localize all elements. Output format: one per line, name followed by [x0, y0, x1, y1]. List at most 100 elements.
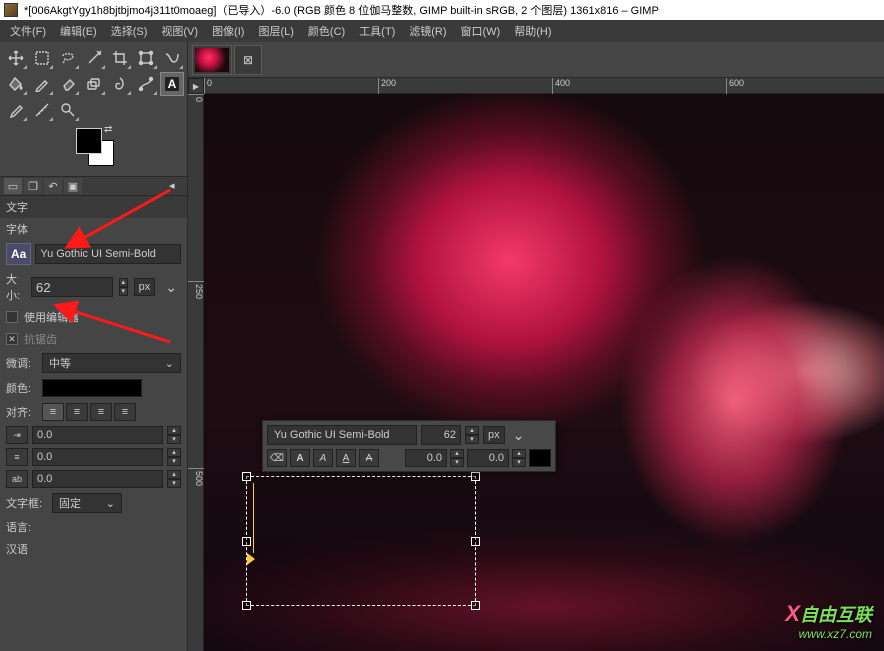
smudge-tool-icon[interactable] [108, 72, 132, 96]
line-spacing-spinner[interactable]: ▴▾ [167, 448, 181, 466]
align-justify-icon[interactable]: ≡ [114, 403, 136, 421]
float-baseline-spinner[interactable]: ▴▾ [450, 449, 464, 467]
undo-history-tab-icon[interactable]: ↶ [44, 178, 62, 194]
font-name-field[interactable]: Yu Gothic UI Semi-Bold [35, 244, 181, 264]
menu-help[interactable]: 帮助(H) [508, 21, 557, 41]
resize-handle-ml[interactable] [242, 537, 251, 546]
resize-handle-mr[interactable] [471, 537, 480, 546]
foreground-color[interactable] [76, 128, 102, 154]
float-kerning-field[interactable]: 0.0 [467, 449, 509, 467]
device-status-tab-icon[interactable]: ❐ [24, 178, 42, 194]
eraser-tool-icon[interactable] [56, 72, 80, 96]
antialias-row[interactable]: ✕ 抗锯齿 [0, 328, 187, 350]
transform-tool-icon[interactable] [134, 46, 158, 70]
close-tab-icon[interactable]: ⊠ [234, 45, 262, 75]
align-right-icon[interactable]: ≡ [66, 403, 88, 421]
resize-handle-tl[interactable] [242, 472, 251, 481]
float-baseline-field[interactable]: 0.0 [405, 449, 447, 467]
indent-icon: ⇥ [6, 426, 28, 444]
move-tool-icon[interactable] [4, 46, 28, 70]
menu-tools[interactable]: 工具(T) [353, 21, 401, 41]
hinting-row: 微调: 中等⌄ [0, 350, 187, 376]
ruler-h-tick: 0 [204, 78, 212, 94]
hinting-dropdown[interactable]: 中等⌄ [42, 353, 181, 373]
lasso-tool-icon[interactable] [56, 46, 80, 70]
letter-spacing-spinner[interactable]: ▴▾ [167, 470, 181, 488]
canvas-viewport[interactable]: Yu Gothic UI Semi-Bold 62 ▴▾ px ⌄ ⌫ A A … [204, 94, 884, 651]
ruler-v-tick: 0 [188, 94, 204, 102]
float-size-field[interactable]: 62 [421, 425, 461, 445]
language-value[interactable]: 汉语 [6, 541, 28, 557]
ruler-corner-icon[interactable]: ▶ [188, 78, 204, 94]
measure-tool-icon[interactable] [30, 98, 54, 122]
wand-tool-icon[interactable] [82, 46, 106, 70]
menu-filters[interactable]: 滤镜(R) [403, 21, 452, 41]
eyedropper-tool-icon[interactable] [4, 98, 28, 122]
size-input[interactable] [31, 277, 113, 297]
clone-tool-icon[interactable] [82, 72, 106, 96]
warp-tool-icon[interactable] [160, 46, 184, 70]
float-color-well[interactable] [529, 449, 551, 467]
image-tab[interactable] [192, 45, 232, 75]
path-tool-icon[interactable] [134, 72, 158, 96]
float-size-unit[interactable]: px [483, 426, 505, 444]
use-editor-row[interactable]: 使用编辑器 [0, 306, 187, 328]
float-strike-icon[interactable]: A [359, 449, 379, 467]
menu-color[interactable]: 颜色(C) [302, 21, 351, 41]
letter-spacing-value[interactable]: 0.0 [32, 470, 163, 488]
crop-tool-icon[interactable] [108, 46, 132, 70]
font-preview-icon[interactable]: Aa [6, 243, 31, 265]
float-underline-icon[interactable]: A [336, 449, 356, 467]
float-clear-icon[interactable]: ⌫ [267, 449, 287, 467]
dock-menu-icon[interactable]: ◂ [169, 179, 183, 193]
swap-colors-icon[interactable]: ⇄ [104, 124, 112, 135]
float-chevron-icon[interactable]: ⌄ [509, 427, 529, 444]
horizontal-ruler[interactable]: 0 200 400 600 [204, 78, 884, 94]
align-left-icon[interactable]: ≡ [42, 403, 64, 421]
float-bold-icon[interactable]: A [290, 449, 310, 467]
text-floating-toolbar[interactable]: Yu Gothic UI Semi-Bold 62 ▴▾ px ⌄ ⌫ A A … [262, 420, 556, 472]
menu-file[interactable]: 文件(F) [4, 21, 52, 41]
indent-value[interactable]: 0.0 [32, 426, 163, 444]
menu-view[interactable]: 视图(V) [155, 21, 204, 41]
float-font-field[interactable]: Yu Gothic UI Semi-Bold [267, 425, 417, 445]
use-editor-checkbox[interactable] [6, 311, 18, 323]
line-spacing-icon: ≡ [6, 448, 28, 466]
size-label: 大小: [6, 271, 25, 303]
size-chevron-icon[interactable]: ⌄ [161, 279, 181, 296]
tool-options-tab-icon[interactable]: ▭ [4, 178, 22, 194]
text-box-selection[interactable] [246, 476, 476, 606]
menu-image[interactable]: 图像(I) [206, 21, 250, 41]
textbox-dropdown[interactable]: 固定⌄ [52, 493, 122, 513]
menu-layer[interactable]: 图层(L) [252, 21, 299, 41]
resize-handle-bl[interactable] [242, 601, 251, 610]
size-spinner[interactable]: ▴▾ [119, 278, 128, 296]
font-row: 字体 [0, 218, 187, 240]
text-color-well[interactable] [42, 379, 142, 397]
menu-edit[interactable]: 编辑(E) [54, 21, 103, 41]
bucket-tool-icon[interactable] [4, 72, 28, 96]
zoom-tool-icon[interactable] [56, 98, 80, 122]
vertical-ruler[interactable]: 0 250 500 750 [188, 94, 204, 651]
indent-spinner[interactable]: ▴▾ [167, 426, 181, 444]
letter-spacing-row: ab 0.0 ▴▾ [0, 468, 187, 490]
float-italic-icon[interactable]: A [313, 449, 333, 467]
svg-text:A: A [168, 77, 177, 91]
rect-select-tool-icon[interactable] [30, 46, 54, 70]
menu-select[interactable]: 选择(S) [105, 21, 154, 41]
size-row: 大小: ▴▾ px ⌄ [0, 268, 187, 306]
resize-handle-br[interactable] [471, 601, 480, 610]
images-tab-icon[interactable]: ▣ [64, 178, 82, 194]
pencil-tool-icon[interactable] [30, 72, 54, 96]
hinting-label: 微调: [6, 355, 36, 371]
menu-window[interactable]: 窗口(W) [455, 21, 507, 41]
float-size-spinner[interactable]: ▴▾ [465, 426, 479, 444]
line-spacing-value[interactable]: 0.0 [32, 448, 163, 466]
align-center-icon[interactable]: ≡ [90, 403, 112, 421]
antialias-checkbox[interactable]: ✕ [6, 333, 18, 345]
toolbox: A ⇄ [0, 42, 187, 176]
float-kerning-spinner[interactable]: ▴▾ [512, 449, 526, 467]
resize-handle-tr[interactable] [471, 472, 480, 481]
text-tool-icon[interactable]: A [160, 72, 184, 96]
size-unit[interactable]: px [134, 278, 156, 296]
